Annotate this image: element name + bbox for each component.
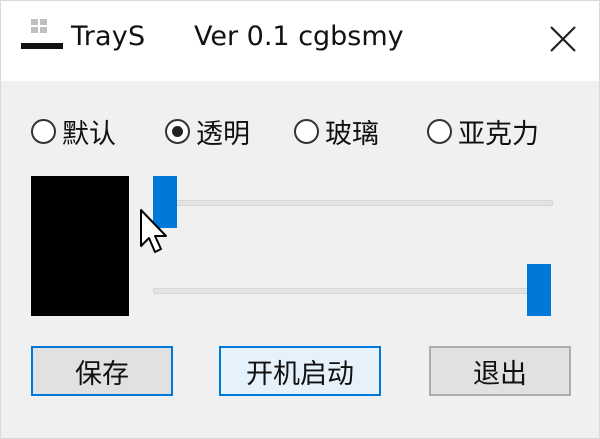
window-title: TrayS <box>71 21 146 52</box>
mouse-pointer-icon <box>140 209 167 253</box>
slider-thumb[interactable] <box>527 264 551 316</box>
close-icon <box>550 26 576 52</box>
trays-window: TrayS Ver 0.1 cgbsmy 默认 透明 玻璃 亚克力 保存 开机启… <box>0 0 600 439</box>
save-button[interactable]: 保存 <box>31 346 173 396</box>
title-bar[interactable]: TrayS Ver 0.1 cgbsmy <box>1 1 599 81</box>
close-button[interactable] <box>531 11 595 67</box>
radio-circle[interactable] <box>31 118 56 144</box>
radio-circle[interactable] <box>165 118 190 144</box>
color-preview[interactable] <box>31 176 129 316</box>
slider-track[interactable] <box>153 200 553 206</box>
app-tray-icon <box>21 19 63 49</box>
style-radio-group: 默认 透明 玻璃 亚克力 <box>31 111 591 151</box>
radio-label: 亚克力 <box>458 118 539 150</box>
radio-label: 玻璃 <box>325 118 379 150</box>
radio-circle[interactable] <box>294 118 319 144</box>
window-body: 默认 透明 玻璃 亚克力 保存 开机启动 退出 <box>1 81 599 438</box>
radio-label: 透明 <box>196 118 250 150</box>
radio-transparent[interactable]: 透明 <box>165 111 250 151</box>
radio-circle[interactable] <box>427 118 452 144</box>
radio-glass[interactable]: 玻璃 <box>294 111 379 151</box>
slider-track[interactable] <box>153 288 551 294</box>
opacity-slider[interactable] <box>153 176 553 228</box>
radio-acrylic[interactable]: 亚克力 <box>427 111 539 151</box>
window-version: Ver 0.1 cgbsmy <box>194 21 404 52</box>
radio-label: 默认 <box>62 118 116 150</box>
exit-button[interactable]: 退出 <box>429 346 571 396</box>
autostart-button[interactable]: 开机启动 <box>219 346 381 396</box>
radio-selected-dot <box>172 125 183 137</box>
color-slider[interactable] <box>153 264 551 316</box>
radio-default[interactable]: 默认 <box>31 111 116 151</box>
